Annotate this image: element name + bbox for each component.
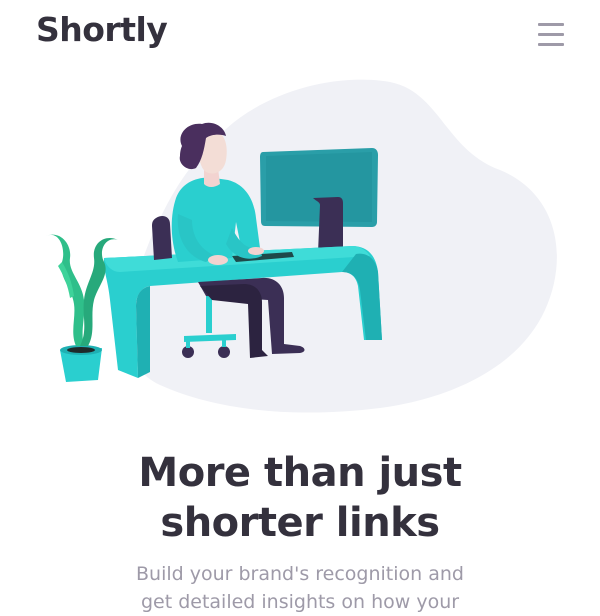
subtitle-line-2: get detailed insights on how your [140, 591, 460, 613]
menu-bar [538, 23, 564, 26]
headline-line-2: shorter links [160, 500, 440, 546]
site-header: Shortly [0, 0, 600, 70]
hero-subtitle: Build your brand's recognition and get d… [0, 560, 600, 616]
headline-line-1: More than just [138, 450, 462, 496]
hamburger-menu-icon[interactable] [536, 21, 566, 47]
hero-illustration [0, 70, 600, 420]
menu-bar [538, 43, 564, 46]
hero-headline: More than just shorter links [0, 448, 600, 548]
logo[interactable]: Shortly [36, 10, 168, 49]
subtitle-line-1: Build your brand's recognition and [136, 563, 464, 585]
menu-bar [538, 33, 564, 36]
